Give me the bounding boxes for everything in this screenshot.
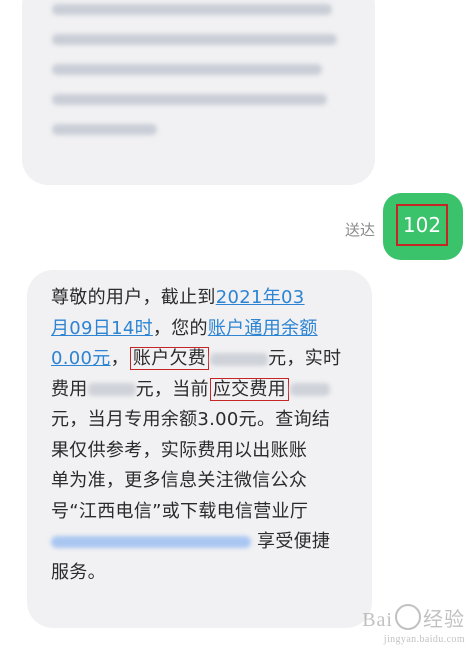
watermark-brand: Bai [362,609,393,631]
msg-text: 元，实时 [268,348,342,369]
blurred-line [52,94,327,105]
msg-text: ， [110,348,129,369]
watermark-brand: 经验 [423,609,465,631]
due-label-highlight: 应交费用 [209,377,290,401]
sent-message-bubble[interactable]: 102 [383,193,463,260]
redacted-amount [87,383,136,396]
msg-text: ，您的 [152,317,208,339]
incoming-message-text: 尊敬的用户，截止到2021年03 月09日14时，您的账户通用余额 0.00元，… [51,283,351,588]
msg-text: 单为准，更多信息关注微信公众 [51,470,308,491]
balance-link[interactable]: 账户通用余额 [208,318,318,339]
blurred-line [52,64,322,75]
blurred-line [52,34,337,45]
msg-text: 尊敬的用户，截止到 [51,287,216,308]
msg-text: 费用 [51,378,88,400]
msg-text: 号“江西电信”或下载电信营业厅 [51,500,309,522]
sent-message-text: 102 [396,204,448,246]
baidu-jingyan-watermark: Bai 经验 jingyan.baidu.com [362,600,465,645]
sent-status: 送达 [344,221,375,239]
msg-text: 元，当前 [135,378,209,400]
paw-logo-icon [395,604,421,630]
previous-message-bubble [22,0,375,185]
date-link[interactable]: 2021年03 [216,287,305,308]
balance-value-link[interactable]: 0.00元 [51,348,111,369]
redacted-amount [290,383,331,396]
msg-text: 服务。 [51,561,106,583]
redacted-amount [210,352,269,366]
msg-text: 享受便捷 [257,531,331,552]
blurred-text [52,4,355,154]
msg-text: 果仅供参考，实际费用以出账账 [51,439,308,461]
blurred-line [52,4,332,15]
redacted-url-link[interactable] [51,536,251,548]
msg-text: 元，当月专用余额3.00元。查询结 [51,409,331,430]
arrears-label-highlight: 账户欠费 [129,347,210,370]
watermark-url: jingyan.baidu.com [383,634,465,645]
blurred-line [52,124,157,135]
date-link[interactable]: 月09日14时 [51,318,153,339]
